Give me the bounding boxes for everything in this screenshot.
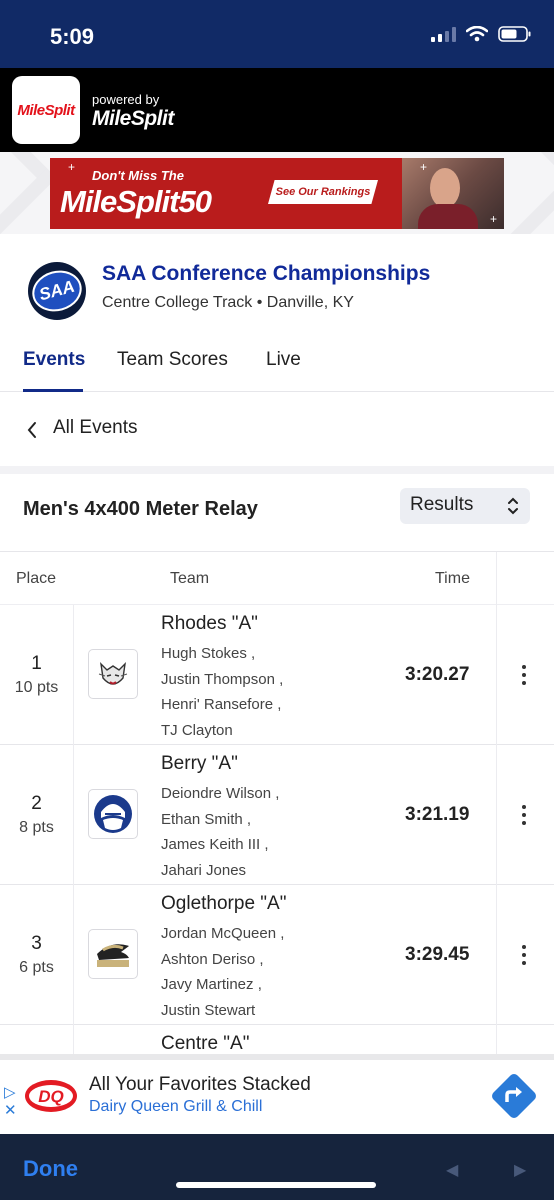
athlete-name[interactable]: Hugh Stokes , [161,641,283,667]
team-name[interactable]: Centre "A" [161,1033,249,1055]
status-time: 5:09 [50,24,95,49]
place-number: 1 [31,653,42,674]
forward-arrow-icon[interactable]: ▶ [514,1160,526,1180]
banner-main-text: MileSplit50 [60,184,212,219]
app-header: MileSplit powered by MileSplit [0,68,554,152]
logo-text: MileSplit [17,101,75,119]
home-indicator [176,1182,376,1188]
header-team: Team [170,570,210,587]
place-number: 2 [31,793,42,814]
lynx-icon [88,649,138,699]
athlete-name[interactable]: James Keith III , [161,832,279,858]
team-name[interactable]: Oglethorpe "A" [161,893,286,915]
sparkle-icon: + [490,212,498,226]
done-button[interactable]: Done [23,1156,78,1182]
more-options-icon[interactable] [514,663,534,687]
svg-text:DQ: DQ [38,1087,64,1106]
powered-by-brand: MileSplit [92,107,174,130]
athlete-name[interactable]: Javy Martinez , [161,972,284,998]
all-events-label: All Events [53,417,138,438]
milesplit50-banner-ad[interactable]: Don't Miss The MileSplit50 See Our Ranki… [50,158,504,229]
athlete-name[interactable]: Jordan McQueen , [161,921,284,947]
back-to-all-events[interactable]: All Events [0,392,554,466]
athlete-name[interactable]: Ethan Smith , [161,807,279,833]
tab-team-scores[interactable]: Team Scores [117,349,228,371]
viking-icon [88,789,138,839]
place-points: 10 pts [14,679,59,696]
dq-logo: DQ [25,1080,77,1112]
team-name[interactable]: Berry "A" [161,753,238,775]
saa-logo: SAA [27,262,87,320]
event-header: Men's 4x400 Meter Relay Results [0,474,554,552]
background-chevron [0,152,57,234]
chevron-up-down-icon [508,497,518,515]
header-place: Place [16,570,57,587]
ad-title: All Your Favorites Stacked [89,1074,311,1095]
athlete-list: Jordan McQueen , Ashton Deriso , Javy Ma… [161,921,284,1023]
banner-area: Don't Miss The MileSplit50 See Our Ranki… [0,152,554,234]
banner-top-text: Don't Miss The [92,168,184,183]
table-header: Place Team Time [0,552,554,605]
results-select-value: Results [410,494,474,515]
place-points: 8 pts [19,819,54,836]
place-cell: 3 6 pts [0,885,73,1025]
athlete-name[interactable]: Justin Thompson , [161,667,283,693]
directions-icon[interactable] [490,1072,538,1120]
table-row[interactable]: 1 10 pts Rhodes "A" Hugh Stokes , Justin… [0,605,554,745]
place-cell: 2 8 pts [0,745,73,885]
result-time: 3:29.45 [405,944,470,965]
results-select[interactable]: Results [400,488,530,524]
athlete-list: Deiondre Wilson , Ethan Smith , James Ke… [161,781,279,883]
header-time: Time [435,570,470,587]
athlete-name[interactable]: Deiondre Wilson , [161,781,279,807]
cellular-signal-icon [431,26,456,42]
place-number: 3 [31,933,42,954]
status-bar: 5:09 [0,0,554,68]
battery-icon [498,26,531,42]
more-options-icon[interactable] [514,943,534,967]
petrel-icon [88,929,138,979]
sparkle-icon: + [68,160,76,174]
result-time: 3:20.27 [405,664,470,685]
more-options-icon[interactable] [514,803,534,827]
powered-by-label: powered by [92,92,160,107]
section-divider [0,466,554,474]
saa-logo-text: SAA [37,276,77,305]
runner-photo [402,158,504,229]
place-points: 6 pts [19,959,54,976]
milesplit-logo[interactable]: MileSplit [12,76,80,144]
table-row[interactable]: 3 6 pts Oglethorpe "A" Jordan McQueen , … [0,885,554,1025]
dairy-queen-ad[interactable]: ▷ ✕ DQ All Your Favorites Stacked Dairy Q… [0,1054,554,1134]
browser-toolbar: Done ◀ ▶ [0,1134,554,1200]
athlete-name[interactable]: TJ Clayton [161,718,283,744]
meet-venue: Centre College Track • Danville, KY [102,294,354,311]
table-row[interactable]: 2 8 pts Berry "A" Deiondre Wilson , Etha… [0,745,554,885]
ad-subtitle: Dairy Queen Grill & Chill [89,1098,263,1115]
meet-tabs: Events Team Scores Live [0,346,554,392]
athlete-name[interactable]: Jahari Jones [161,858,279,884]
team-name[interactable]: Rhodes "A" [161,613,258,635]
result-time: 3:21.19 [405,804,470,825]
meet-title[interactable]: SAA Conference Championships [102,262,430,286]
chevron-left-icon [27,422,36,438]
athlete-name[interactable]: Justin Stewart [161,998,284,1024]
tab-live[interactable]: Live [266,349,301,371]
event-title: Men's 4x400 Meter Relay [23,498,258,520]
athlete-name[interactable]: Henri' Ransefore , [161,692,283,718]
athlete-name[interactable]: Ashton Deriso , [161,947,284,973]
meet-header: SAA SAA Conference Championships Centre … [0,234,554,392]
tab-events[interactable]: Events [23,349,85,371]
back-arrow-icon[interactable]: ◀ [446,1160,458,1180]
ad-choices-icon[interactable]: ▷ ✕ [4,1084,17,1120]
sparkle-icon: + [420,160,428,174]
powered-by: powered by MileSplit [92,92,174,131]
status-icons [431,26,532,42]
see-rankings-button[interactable]: See Our Rankings [268,180,378,204]
athlete-list: Hugh Stokes , Justin Thompson , Henri' R… [161,641,283,743]
wifi-icon [466,26,488,42]
place-cell: 1 10 pts [0,605,73,745]
